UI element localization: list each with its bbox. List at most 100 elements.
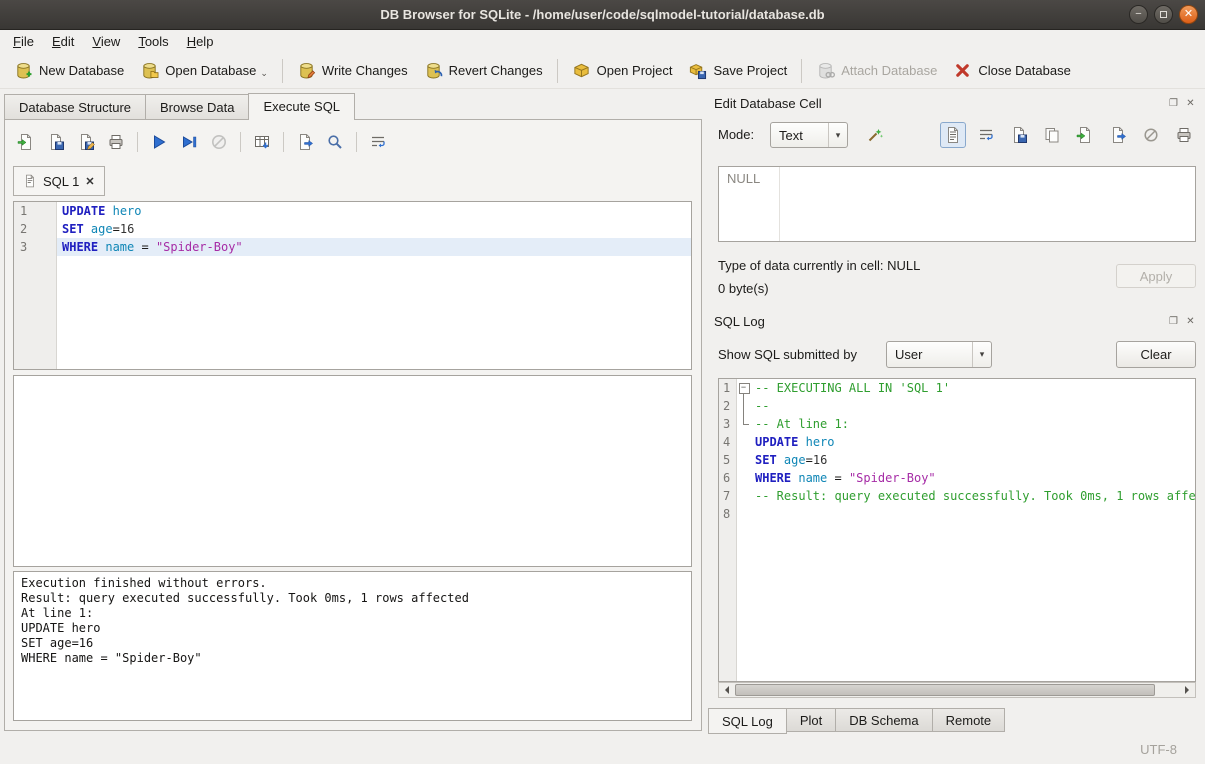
- new-database-button[interactable]: New Database: [6, 56, 132, 85]
- menu-edit[interactable]: Edit: [43, 31, 83, 52]
- open-project-button[interactable]: Open Project: [564, 56, 681, 85]
- copy-cell-icon[interactable]: [1039, 122, 1065, 148]
- scroll-left-icon[interactable]: [719, 683, 734, 697]
- cell-value-editor[interactable]: NULL: [718, 166, 1196, 242]
- results-grid[interactable]: [13, 375, 692, 567]
- dropdown-arrow-icon: ⌄: [260, 68, 268, 79]
- log-panel-controls: [1167, 315, 1197, 328]
- save-project-button[interactable]: Save Project: [680, 56, 795, 85]
- execute-line-icon[interactable]: [176, 129, 202, 155]
- import-cell-icon[interactable]: [1072, 122, 1098, 148]
- window-title: DB Browser for SQLite - /home/user/code/…: [380, 7, 824, 22]
- toolbar-button-label: Attach Database: [841, 63, 937, 78]
- text-view-icon[interactable]: [940, 122, 966, 148]
- apply-button[interactable]: Apply: [1116, 264, 1196, 288]
- tab-browse-data[interactable]: Browse Data: [145, 94, 249, 119]
- menu-help[interactable]: Help: [178, 31, 223, 52]
- write-changes-button[interactable]: Write Changes: [289, 56, 416, 85]
- line-number: 3: [14, 238, 56, 256]
- sql-log-view[interactable]: 1-- EXECUTING ALL IN 'SQL 1'2--3-- At li…: [718, 378, 1196, 682]
- close-icon: [1184, 9, 1193, 20]
- save-results-icon[interactable]: [249, 129, 275, 155]
- float-panel-icon[interactable]: [1167, 315, 1180, 328]
- write-changes-icon: [297, 61, 316, 80]
- menu-view[interactable]: View: [83, 31, 129, 52]
- tab-execute-sql[interactable]: Execute SQL: [248, 93, 355, 120]
- minimize-button[interactable]: [1129, 5, 1148, 24]
- open-sql-file-icon[interactable]: [13, 129, 39, 155]
- code-text: -- EXECUTING ALL IN 'SQL 1': [751, 379, 950, 397]
- toolbar-separator: [137, 132, 138, 152]
- open-database-button[interactable]: Open Database ⌄: [132, 56, 276, 85]
- fold-margin: [737, 433, 751, 451]
- messages-area[interactable]: Execution finished without errors. Resul…: [13, 571, 692, 721]
- save-cell-icon[interactable]: [1006, 122, 1032, 148]
- code-text: -- At line 1:: [751, 415, 849, 433]
- tab-sql-log[interactable]: SQL Log: [708, 708, 787, 734]
- execute-all-icon[interactable]: [146, 129, 172, 155]
- tab-remote[interactable]: Remote: [932, 708, 1006, 732]
- save-sql-as-icon[interactable]: [73, 129, 99, 155]
- toolbar-separator: [283, 132, 284, 152]
- log-panel-title: SQL Log: [714, 314, 1167, 329]
- print-icon[interactable]: [103, 129, 129, 155]
- mode-select[interactable]: Text: [770, 122, 848, 148]
- tab-plot[interactable]: Plot: [786, 708, 836, 732]
- line-number: 5: [719, 451, 737, 469]
- set-null-icon[interactable]: [1138, 122, 1164, 148]
- close-button[interactable]: [1179, 5, 1198, 24]
- code-text: WHERE name = "Spider-Boy": [56, 238, 243, 256]
- close-panel-icon[interactable]: [1184, 315, 1197, 328]
- cell-panel-title: Edit Database Cell: [714, 96, 1167, 111]
- tab-sql-1[interactable]: SQL 1: [13, 166, 105, 196]
- log-filter-select[interactable]: User: [886, 341, 992, 368]
- toolbar-button-label: Revert Changes: [449, 63, 543, 78]
- scrollbar-thumb[interactable]: [735, 684, 1155, 696]
- close-panel-icon[interactable]: [1184, 97, 1197, 110]
- float-panel-icon[interactable]: [1167, 97, 1180, 110]
- word-wrap-icon[interactable]: [973, 122, 999, 148]
- revert-changes-button[interactable]: Revert Changes: [416, 56, 551, 85]
- save-sql-file-icon[interactable]: [43, 129, 69, 155]
- toolbar-separator: [801, 59, 802, 83]
- code-text: UPDATE hero: [751, 433, 835, 451]
- word-wrap-icon[interactable]: [365, 129, 391, 155]
- menu-file[interactable]: File: [4, 31, 43, 52]
- cell-panel-controls: [1167, 97, 1197, 110]
- tab-db-schema[interactable]: DB Schema: [835, 708, 932, 732]
- clear-button[interactable]: Clear: [1116, 341, 1196, 368]
- main-tabs: Database StructureBrowse DataExecute SQL: [4, 92, 354, 119]
- tab-database-structure[interactable]: Database Structure: [4, 94, 146, 119]
- code-text: SET age=16: [751, 451, 827, 469]
- close-tab-icon[interactable]: [85, 175, 94, 188]
- attach-database-button[interactable]: Attach Database: [808, 56, 945, 85]
- sql-file-icon: [23, 174, 37, 188]
- export-cell-icon[interactable]: [1105, 122, 1131, 148]
- code-text: SET age=16: [56, 220, 134, 238]
- code-line: 2SET age=16: [14, 220, 691, 238]
- statusbar-encoding: UTF-8: [1140, 742, 1177, 757]
- new-database-icon: [14, 61, 33, 80]
- code-line: 6WHERE name = "Spider-Boy": [719, 469, 1195, 487]
- maximize-button[interactable]: [1154, 5, 1173, 24]
- fold-marker-icon[interactable]: [737, 379, 751, 397]
- menu-tools[interactable]: Tools: [129, 31, 177, 52]
- menubar: FileEditViewToolsHelp: [0, 30, 1205, 53]
- code-line: 2--: [719, 397, 1195, 415]
- toolbar-separator: [557, 59, 558, 83]
- sql-editor[interactable]: 1UPDATE hero2SET age=163WHERE name = "Sp…: [13, 201, 692, 370]
- code-text: [751, 505, 755, 523]
- find-replace-icon[interactable]: [322, 129, 348, 155]
- toolbar-button-label: Open Database: [165, 63, 256, 78]
- export-results-icon[interactable]: [292, 129, 318, 155]
- print-cell-icon[interactable]: [1171, 122, 1197, 148]
- fold-margin: [737, 487, 751, 505]
- revert-changes-icon: [424, 61, 443, 80]
- auto-switch-mode-icon[interactable]: [862, 122, 888, 148]
- close-database-button[interactable]: Close Database: [945, 56, 1079, 85]
- log-horizontal-scrollbar[interactable]: [718, 682, 1196, 698]
- log-panel-header: SQL Log: [714, 312, 1197, 330]
- minimize-icon: [1135, 9, 1141, 20]
- scroll-right-icon[interactable]: [1180, 683, 1195, 697]
- code-line: 3-- At line 1:: [719, 415, 1195, 433]
